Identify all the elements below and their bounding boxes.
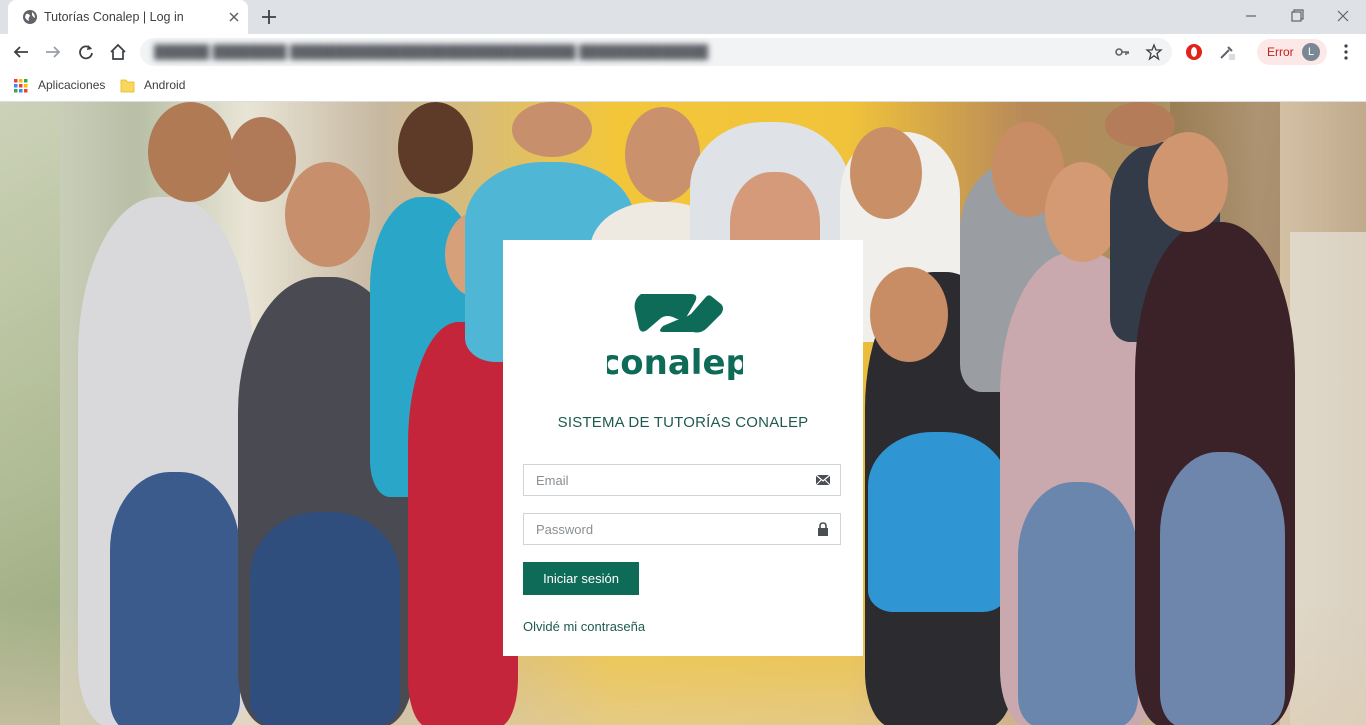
home-icon[interactable] bbox=[109, 43, 127, 61]
new-tab-icon[interactable] bbox=[260, 8, 278, 26]
address-url-blurred: ██████ ████████ ████████████████████████… bbox=[154, 44, 709, 59]
address-bar[interactable]: ██████ ████████ ████████████████████████… bbox=[140, 38, 1172, 66]
password-input[interactable] bbox=[524, 514, 816, 544]
login-card: conalep SISTEMA DE TUTORÍAS CONALEP Inic… bbox=[503, 240, 863, 656]
globe-icon bbox=[23, 10, 37, 24]
bookmark-android[interactable]: Android bbox=[120, 77, 200, 95]
folder-icon bbox=[120, 79, 135, 93]
restore-icon[interactable] bbox=[1286, 6, 1308, 26]
password-field[interactable] bbox=[523, 513, 841, 545]
forward-arrow-icon[interactable] bbox=[44, 43, 62, 61]
apps-grid-icon bbox=[14, 79, 28, 93]
bookmark-label: Aplicaciones bbox=[38, 78, 106, 92]
back-arrow-icon[interactable] bbox=[12, 43, 30, 61]
error-label: Error bbox=[1267, 45, 1294, 59]
bookmark-label: Android bbox=[144, 78, 186, 92]
forgot-password-link[interactable]: Olvidé mi contraseña bbox=[523, 619, 645, 634]
browser-toolbar: ██████ ████████ ████████████████████████… bbox=[0, 34, 1366, 70]
opera-extension-icon[interactable] bbox=[1185, 43, 1203, 61]
conalep-logo: conalep bbox=[607, 294, 743, 380]
envelope-icon bbox=[815, 474, 831, 486]
tab-title: Tutorías Conalep | Log in bbox=[44, 10, 184, 24]
bookmarks-bar: Aplicaciones Android bbox=[0, 70, 1366, 102]
star-icon[interactable] bbox=[1145, 43, 1163, 61]
email-input[interactable] bbox=[524, 465, 816, 495]
eyedropper-extension-icon[interactable] bbox=[1218, 43, 1236, 61]
reload-icon[interactable] bbox=[77, 43, 95, 61]
close-tab-icon[interactable] bbox=[226, 9, 242, 25]
lock-icon bbox=[818, 522, 828, 536]
system-title: SISTEMA DE TUTORÍAS CONALEP bbox=[557, 414, 809, 431]
browser-tab[interactable]: Tutorías Conalep | Log in bbox=[8, 0, 248, 34]
key-icon[interactable] bbox=[1114, 44, 1130, 60]
email-field[interactable] bbox=[523, 464, 841, 496]
svg-text:conalep: conalep bbox=[607, 343, 743, 380]
minimize-icon[interactable] bbox=[1240, 6, 1262, 26]
browser-tab-strip: Tutorías Conalep | Log in bbox=[0, 0, 1366, 34]
bookmark-apps[interactable]: Aplicaciones bbox=[14, 77, 114, 95]
login-button[interactable]: Iniciar sesión bbox=[523, 562, 639, 595]
profile-error-chip[interactable]: Error L bbox=[1257, 39, 1327, 65]
more-menu-icon[interactable] bbox=[1337, 43, 1355, 61]
profile-avatar: L bbox=[1302, 43, 1320, 61]
close-window-icon[interactable] bbox=[1332, 6, 1354, 26]
